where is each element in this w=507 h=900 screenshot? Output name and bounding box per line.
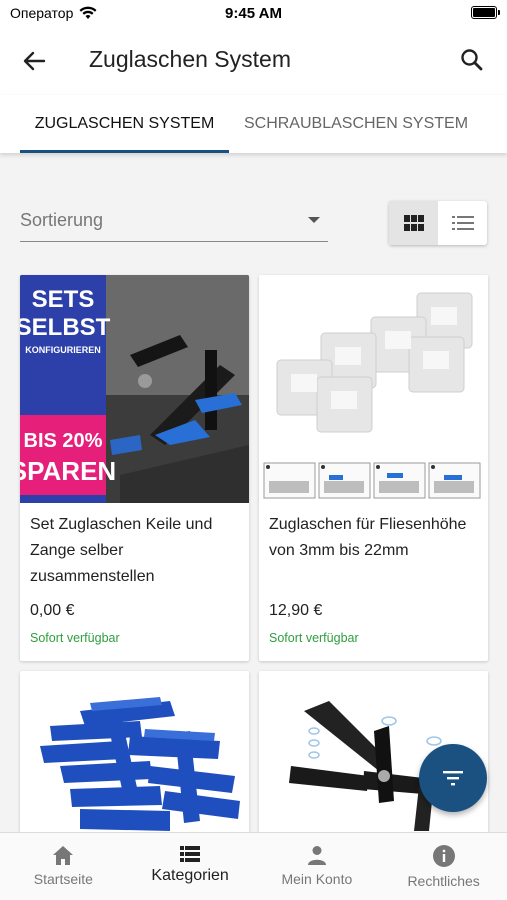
- promo-text: SPAREN: [20, 456, 116, 486]
- clock: 9:45 AM: [225, 5, 282, 22]
- tab-zuglaschen-system[interactable]: ZUGLASCHEN SYSTEM: [20, 95, 229, 153]
- nav-item-startseite[interactable]: Startseite: [0, 833, 127, 900]
- product-price: 12,90 €: [269, 602, 323, 619]
- category-tabs: ZUGLASCHEN SYSTEM SCHRAUBLASCHEN SYSTEM: [0, 95, 507, 153]
- nav-label: Startseite: [33, 871, 93, 887]
- back-button[interactable]: [20, 47, 50, 75]
- grid-view-button[interactable]: [389, 201, 438, 245]
- arrow-left-icon: [23, 51, 46, 71]
- bottom-navigation: Startseite Kategorien Mein Konto Rechtli…: [0, 832, 507, 900]
- promo-text: SETS: [32, 286, 95, 313]
- grid-icon: [403, 215, 424, 231]
- nav-label: Kategorien: [151, 867, 229, 884]
- search-icon: [461, 49, 483, 71]
- home-icon: [53, 846, 74, 865]
- sort-label: Sortierung: [20, 210, 104, 230]
- tab-label: SCHRAUBLASCHEN SYSTEM: [243, 115, 469, 132]
- person-icon: [307, 846, 326, 865]
- battery-icon: [471, 6, 500, 19]
- product-image: SETS SELBST KONFIGURIEREN BIS 20% SPAREN: [20, 275, 249, 503]
- availability-status: Sofort verfügbar: [269, 631, 359, 645]
- list-icon: [451, 216, 474, 230]
- nav-item-kategorien[interactable]: Kategorien: [127, 833, 254, 900]
- product-name: Zuglaschen für Fliesenhöhe von 3mm bis 2…: [269, 516, 467, 559]
- product-price: 0,00 €: [30, 602, 75, 619]
- tab-schraublaschen-system[interactable]: SCHRAUBLASCHEN SYSTEM: [236, 95, 476, 153]
- nav-label: Rechtliches: [407, 873, 480, 889]
- product-card[interactable]: [20, 671, 249, 841]
- product-card[interactable]: SETS SELBST KONFIGURIEREN BIS 20% SPAREN…: [20, 275, 249, 661]
- search-button[interactable]: [457, 45, 487, 75]
- info-icon: [432, 845, 455, 867]
- caret-down-icon: [308, 217, 320, 223]
- sort-dropdown[interactable]: Sortierung: [20, 198, 328, 242]
- tab-label: ZUGLASCHEN SYSTEM: [34, 115, 215, 132]
- product-image: [259, 275, 488, 503]
- filter-button[interactable]: [419, 744, 487, 812]
- filter-icon: [443, 771, 463, 786]
- nav-label: Mein Konto: [281, 871, 353, 887]
- view-toggle: [389, 201, 487, 245]
- product-name: Set Zuglaschen Keile und Zange selber zu…: [30, 516, 213, 585]
- page-title: Zuglaschen System: [89, 46, 291, 72]
- app-bar: Zuglaschen System: [0, 27, 507, 95]
- status-bar: Оператор 9:45 AM: [0, 0, 507, 27]
- product-image: [20, 671, 249, 841]
- nav-item-rechtliches[interactable]: Rechtliches: [380, 833, 507, 900]
- product-card[interactable]: Zuglaschen für Fliesenhöhe von 3mm bis 2…: [259, 275, 488, 661]
- list-view-button[interactable]: [438, 201, 487, 245]
- promo-text: SELBST: [20, 314, 111, 341]
- active-tab-indicator: [20, 150, 229, 153]
- availability-status: Sofort verfügbar: [30, 631, 120, 645]
- list-icon: [180, 846, 201, 862]
- nav-item-mein-konto[interactable]: Mein Konto: [254, 833, 381, 900]
- promo-text: BIS 20%: [24, 430, 103, 452]
- promo-text: KONFIGURIEREN: [25, 345, 101, 355]
